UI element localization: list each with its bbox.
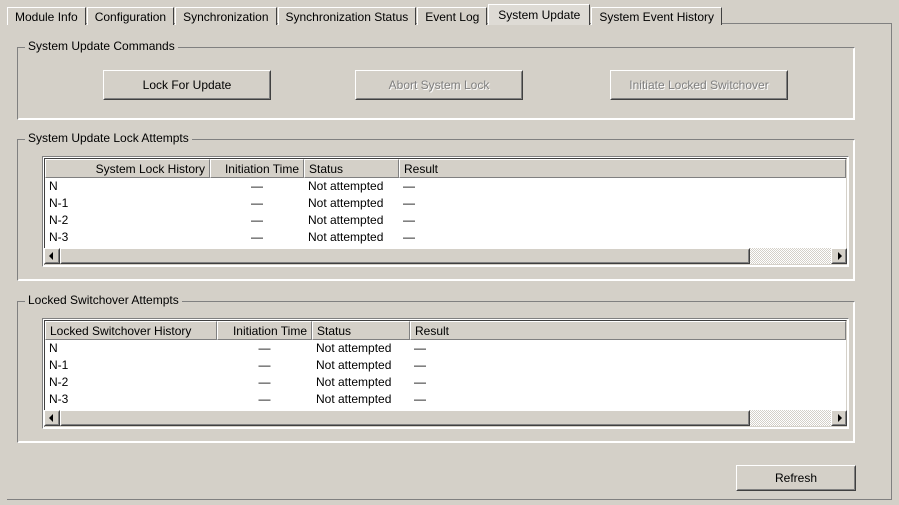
tab-page-body: System Update Commands Lock For Update A…	[7, 24, 892, 500]
scroll-track[interactable]	[60, 248, 831, 264]
column-header-result[interactable]: Result	[399, 159, 846, 178]
column-header-locked-switchover-history[interactable]: Locked Switchover History	[45, 321, 217, 340]
tab-strip: Module Info Configuration Synchronization S…	[7, 4, 892, 25]
system-lock-history-hscrollbar[interactable]	[44, 248, 847, 264]
system-update-lock-attempts-group-title: System Update Lock Attempts	[25, 132, 192, 145]
cell-history: N-1	[49, 358, 69, 372]
cell-status: Not attempted	[308, 230, 384, 244]
tab-system-update[interactable]: System Update	[488, 4, 591, 25]
cell-initiation-time: —	[251, 196, 263, 210]
cell-initiation-time: —	[258, 341, 271, 355]
cell-status: Not attempted	[308, 179, 384, 193]
cell-initiation-time: —	[251, 213, 263, 227]
cell-result: —	[403, 230, 415, 244]
locked-switchover-history-hscrollbar[interactable]	[44, 410, 847, 426]
cell-status: Not attempted	[308, 213, 384, 227]
thumb-bevel	[61, 249, 749, 263]
tab-module-info[interactable]: Module Info	[7, 7, 86, 25]
tab-label: Configuration	[94, 10, 167, 24]
table-row[interactable]: N — Not attempted —	[45, 178, 846, 195]
cell-history: N-1	[49, 196, 69, 210]
cell-history: N-2	[49, 213, 69, 227]
tab-event-log[interactable]: Event Log	[417, 7, 488, 25]
column-header-system-lock-history[interactable]: System Lock History	[45, 159, 210, 178]
locked-switchover-history-header-row: Locked Switchover History Initiation Tim…	[45, 321, 846, 340]
cell-result: —	[414, 341, 426, 355]
locked-switchover-attempts-group: Locked Switchover Attempts Locked Switch…	[17, 294, 855, 443]
tab-label: Synchronization	[183, 10, 269, 24]
scroll-left-arrow-icon[interactable]	[44, 410, 60, 426]
cell-result: —	[403, 213, 415, 227]
scroll-thumb[interactable]	[60, 248, 750, 264]
abort-system-lock-button-label: Abort System Lock	[388, 78, 490, 92]
refresh-button-label: Refresh	[774, 471, 818, 485]
system-update-commands-group: System Update Commands Lock For Update A…	[17, 40, 855, 120]
cell-history: N-3	[49, 230, 69, 244]
cell-status: Not attempted	[316, 358, 392, 372]
tab-label: Event Log	[425, 10, 480, 24]
triangle-left-icon	[49, 252, 53, 260]
tab-label: System Event History	[599, 10, 715, 24]
page-edge-right	[891, 24, 892, 500]
cell-result: —	[403, 179, 415, 193]
cell-initiation-time: —	[258, 392, 271, 406]
cell-status: Not attempted	[316, 392, 392, 406]
locked-switchover-attempts-group-title: Locked Switchover Attempts	[25, 294, 182, 307]
table-row[interactable]: N-1 — Not attempted —	[45, 357, 846, 374]
cell-status: Not attempted	[316, 341, 392, 355]
cell-result: —	[414, 375, 426, 389]
cell-initiation-time: —	[251, 179, 263, 193]
tab-label: Module Info	[15, 10, 78, 24]
tab-configuration[interactable]: Configuration	[86, 7, 175, 25]
scroll-thumb[interactable]	[60, 410, 750, 426]
cell-history: N	[49, 341, 58, 355]
scroll-right-arrow-icon[interactable]	[831, 248, 847, 264]
system-update-commands-group-title: System Update Commands	[25, 40, 178, 53]
cell-result: —	[414, 392, 426, 406]
table-row[interactable]: N-3 — Not attempted —	[45, 391, 846, 408]
cell-history: N-2	[49, 375, 69, 389]
table-row[interactable]: N-1 — Not attempted —	[45, 195, 846, 212]
column-header-initiation-time[interactable]: Initiation Time	[210, 159, 304, 178]
lock-for-update-button-label: Lock For Update	[142, 78, 232, 92]
triangle-right-icon	[838, 414, 842, 422]
table-row[interactable]: N — Not attempted —	[45, 340, 846, 357]
scroll-track[interactable]	[60, 410, 831, 426]
tab-label: System Update	[498, 8, 581, 22]
system-update-lock-attempts-group: System Update Lock Attempts System Lock …	[17, 132, 855, 281]
refresh-button[interactable]: Refresh	[736, 465, 856, 491]
cell-result: —	[414, 358, 426, 372]
lock-for-update-button[interactable]: Lock For Update	[103, 70, 271, 100]
page-edge-bottom	[7, 499, 892, 500]
column-header-status[interactable]: Status	[304, 159, 399, 178]
table-row[interactable]: N-3 — Not attempted —	[45, 229, 846, 246]
scroll-left-arrow-icon[interactable]	[44, 248, 60, 264]
tab-system-event-history[interactable]: System Event History	[591, 7, 723, 25]
tab-label: Synchronization Status	[285, 10, 409, 24]
table-row[interactable]: N-2 — Not attempted —	[45, 374, 846, 391]
cell-history: N	[49, 179, 58, 193]
system-lock-history-header-row: System Lock History Initiation Time Stat…	[45, 159, 846, 178]
system-update-tab-page: Module Info Configuration Synchronization S…	[0, 0, 899, 505]
column-header-status[interactable]: Status	[312, 321, 410, 340]
abort-system-lock-button[interactable]: Abort System Lock	[355, 70, 523, 100]
column-header-initiation-time[interactable]: Initiation Time	[217, 321, 312, 340]
tab-synchronization[interactable]: Synchronization	[175, 7, 277, 25]
cell-status: Not attempted	[308, 196, 384, 210]
initiate-locked-switchover-button-label: Initiate Locked Switchover	[629, 78, 769, 92]
triangle-right-icon	[838, 252, 842, 260]
triangle-left-icon	[49, 414, 53, 422]
cell-status: Not attempted	[316, 375, 392, 389]
cell-initiation-time: —	[258, 375, 271, 389]
tab-synchronization-status[interactable]: Synchronization Status	[277, 7, 417, 25]
column-header-result[interactable]: Result	[410, 321, 846, 340]
thumb-bevel	[61, 411, 749, 425]
cell-initiation-time: —	[251, 230, 263, 244]
scroll-right-arrow-icon[interactable]	[831, 410, 847, 426]
initiate-locked-switchover-button[interactable]: Initiate Locked Switchover	[610, 70, 788, 100]
cell-initiation-time: —	[258, 358, 271, 372]
cell-result: —	[403, 196, 415, 210]
cell-history: N-3	[49, 392, 69, 406]
table-row[interactable]: N-2 — Not attempted —	[45, 212, 846, 229]
